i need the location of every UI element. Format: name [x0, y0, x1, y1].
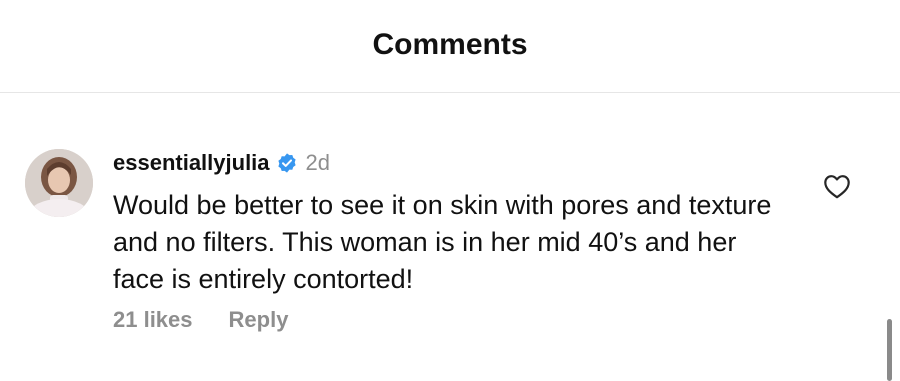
scrollbar[interactable] — [887, 319, 892, 381]
comment-item: essentiallyjulia 2d Would be better to s… — [0, 93, 900, 381]
comment-actions: 21 likes Reply — [113, 307, 288, 333]
username[interactable]: essentiallyjulia — [113, 150, 270, 176]
verified-badge-icon — [277, 153, 296, 173]
heart-outline-icon[interactable] — [823, 173, 851, 199]
comments-screen: Comments essentiallyjulia 2d Would be be… — [0, 0, 900, 381]
comment-author-row: essentiallyjulia 2d — [113, 150, 330, 176]
comment-timestamp: 2d — [305, 150, 331, 175]
likes-count[interactable]: 21 likes — [113, 307, 193, 333]
page-title: Comments — [372, 28, 528, 61]
avatar-image — [25, 149, 93, 217]
reply-button[interactable]: Reply — [229, 307, 289, 333]
avatar[interactable] — [25, 149, 93, 217]
comments-header: Comments — [0, 0, 900, 93]
comment-text: Would be better to see it on skin with p… — [113, 190, 772, 294]
